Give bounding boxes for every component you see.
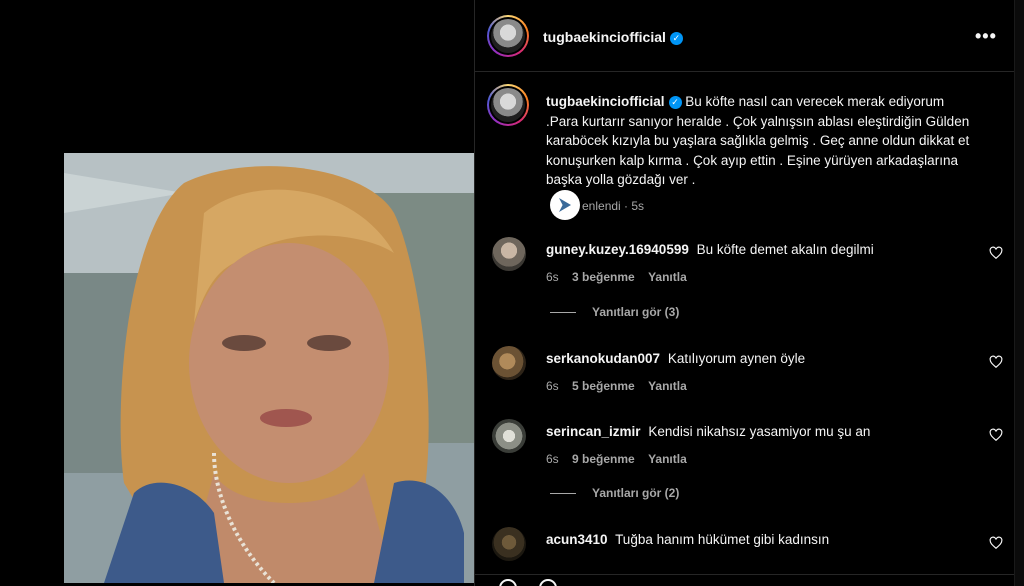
caption-username[interactable]: tugbaekinciofficial bbox=[546, 94, 665, 109]
comment-text-line: acun3410 Tuğba hanım hükümet gibi kadıns… bbox=[546, 532, 829, 547]
comment-text-line: serincan_izmir Kendisi nikahsız yasamiyo… bbox=[546, 424, 870, 439]
comment-text: Tuğba hanım hükümet gibi kadınsın bbox=[615, 532, 830, 547]
author-avatar[interactable] bbox=[487, 15, 529, 57]
comment-text: Katılıyorum aynen öyle bbox=[667, 351, 806, 366]
reply-button[interactable]: Yanıtla bbox=[648, 452, 687, 466]
like-icon[interactable] bbox=[499, 579, 517, 586]
post-action-bar bbox=[475, 574, 1015, 586]
comment-item: guney.kuzey.16940599 Bu köfte demet akal… bbox=[475, 237, 1015, 297]
comment-text: Kendisi nikahsız yasamiyor mu şu an bbox=[648, 424, 871, 439]
commenter-avatar[interactable] bbox=[492, 527, 526, 561]
heart-icon[interactable] bbox=[989, 246, 1003, 260]
caption-time: 5s bbox=[631, 199, 645, 214]
caption-meta: enlendi · 5s bbox=[550, 190, 645, 222]
heart-icon[interactable] bbox=[989, 428, 1003, 442]
post-media-area bbox=[0, 0, 474, 586]
comment-text-line: serkanokudan007 Katılıyorum aynen öyle bbox=[546, 351, 805, 366]
caption-text-block: tugbaekinciofficial ✓ Bu köfte nasıl can … bbox=[546, 92, 976, 190]
comment-time: 6s bbox=[546, 379, 559, 393]
view-replies-label[interactable]: Yanıtları gör (3) bbox=[592, 305, 679, 319]
comment-item: serkanokudan007 Katılıyorum aynen öyle 6… bbox=[475, 346, 1015, 406]
scrollbar[interactable] bbox=[1014, 0, 1024, 586]
comment-text-line: guney.kuzey.16940599 Bu köfte demet akal… bbox=[546, 242, 874, 257]
comment-likes-link[interactable]: 3 beğenme bbox=[572, 270, 635, 284]
more-options-icon[interactable]: ••• bbox=[975, 26, 997, 46]
comment-icon[interactable] bbox=[539, 579, 557, 586]
post-image-drawing bbox=[64, 153, 474, 583]
commenter-avatar[interactable] bbox=[492, 237, 526, 271]
commenter-avatar[interactable] bbox=[492, 419, 526, 453]
comment-meta: 6s 3 beğenme Yanıtla bbox=[546, 270, 697, 284]
comment-likes-link[interactable]: 5 beğenme bbox=[572, 379, 635, 393]
comment-time: 6s bbox=[546, 270, 559, 284]
caption-author-avatar[interactable] bbox=[487, 84, 529, 126]
commenter-username[interactable]: serkanokudan007 bbox=[546, 351, 660, 366]
comment-item: serincan_izmir Kendisi nikahsız yasamiyo… bbox=[475, 419, 1015, 479]
commenter-username[interactable]: guney.kuzey.16940599 bbox=[546, 242, 689, 257]
commenter-avatar[interactable] bbox=[492, 346, 526, 380]
comment-likes-link[interactable]: 9 beğenme bbox=[572, 452, 635, 466]
post-header: tugbaekinciofficial ✓ ••• bbox=[475, 0, 1015, 72]
author-username-link[interactable]: tugbaekinciofficial ✓ bbox=[543, 29, 683, 45]
commenter-username[interactable]: serincan_izmir bbox=[546, 424, 641, 439]
more-options-button[interactable]: ••• bbox=[975, 27, 997, 45]
overlay-extension-icon[interactable] bbox=[550, 190, 580, 220]
view-replies-label[interactable]: Yanıtları gör (2) bbox=[592, 486, 679, 500]
reply-button[interactable]: Yanıtla bbox=[648, 379, 687, 393]
replies-divider-line bbox=[550, 312, 576, 314]
comment-time: 6s bbox=[546, 452, 559, 466]
view-replies-button[interactable]: Yanıtları gör (2) bbox=[550, 486, 679, 500]
comment-meta: 6s 9 beğenme Yanıtla bbox=[546, 452, 697, 466]
post-side-panel: tugbaekinciofficial ✓ ••• tugbaekincioffi… bbox=[474, 0, 1024, 586]
author-username[interactable]: tugbaekinciofficial bbox=[543, 29, 666, 45]
heart-icon[interactable] bbox=[989, 536, 1003, 550]
comment-meta: 6s 5 beğenme Yanıtla bbox=[546, 379, 697, 393]
view-replies-button[interactable]: Yanıtları gör (3) bbox=[550, 305, 679, 319]
heart-icon[interactable] bbox=[989, 355, 1003, 369]
verified-badge-icon: ✓ bbox=[669, 32, 683, 45]
comment-text: Bu köfte demet akalın degilmi bbox=[696, 242, 874, 257]
verified-badge-icon: ✓ bbox=[668, 96, 682, 109]
reply-button[interactable]: Yanıtla bbox=[648, 270, 687, 284]
commenter-username[interactable]: acun3410 bbox=[546, 532, 608, 547]
replies-divider-line bbox=[550, 493, 576, 495]
caption-edited-label: enlendi bbox=[582, 199, 621, 214]
post-image[interactable] bbox=[64, 153, 474, 583]
